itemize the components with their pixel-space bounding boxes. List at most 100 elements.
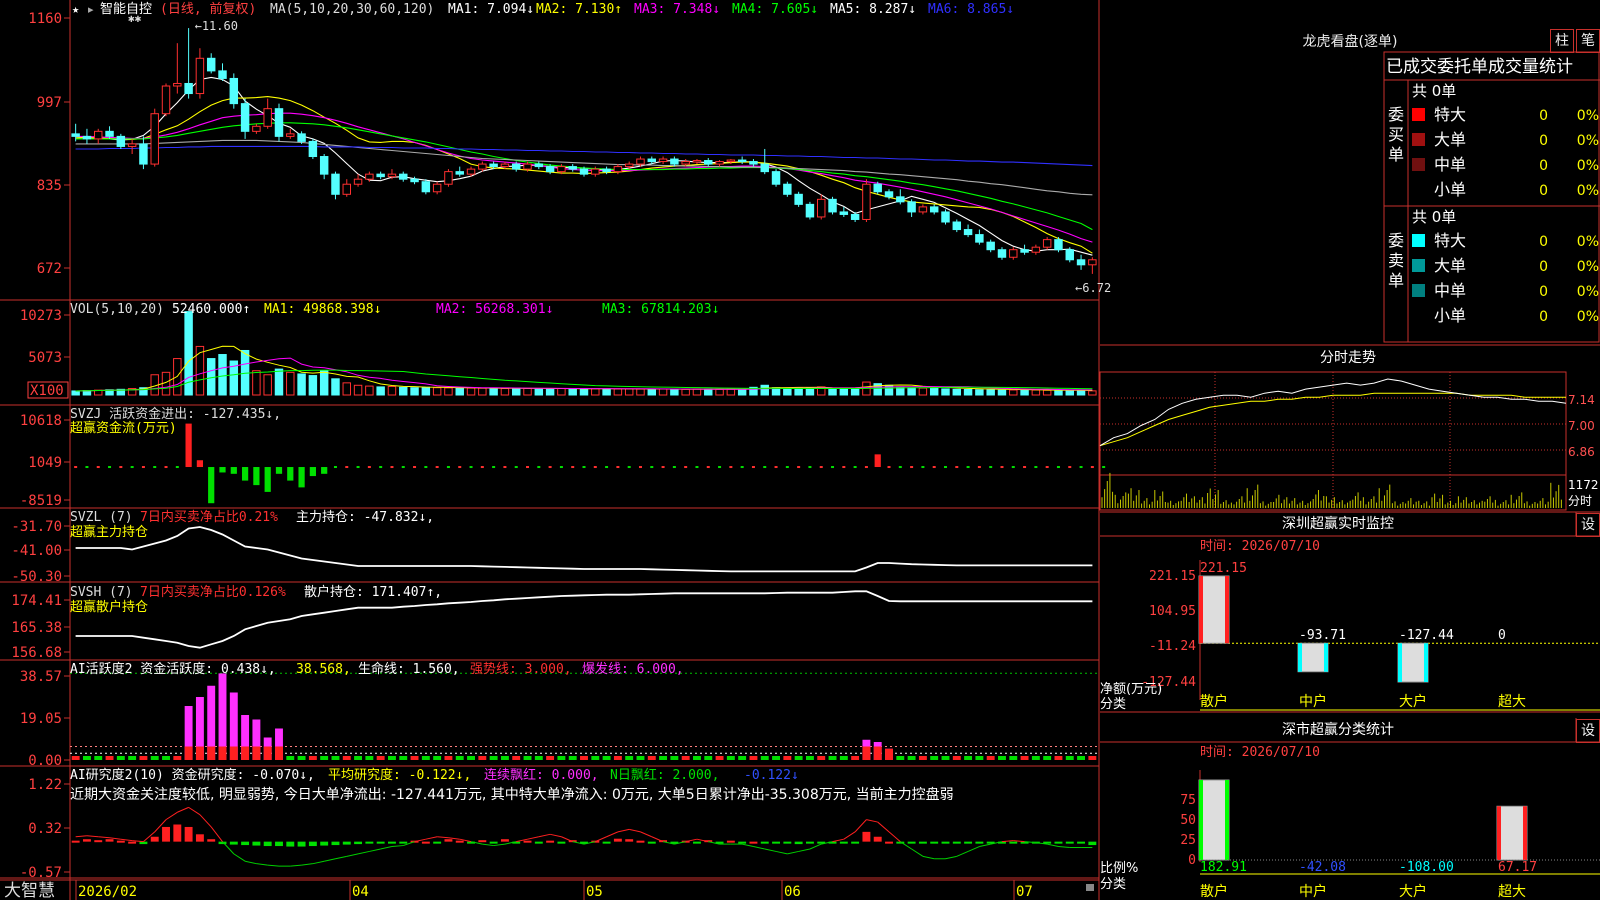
- research-bar: [557, 841, 566, 844]
- activity-small-bar: [94, 756, 103, 760]
- flow-dot: [684, 466, 688, 469]
- candle-body: [82, 135, 92, 140]
- research-line-segment: [391, 845, 404, 848]
- flow-dot: [898, 466, 902, 469]
- ma2-legend: MA2: 7.130↑: [536, 2, 622, 17]
- research-line-segment: [595, 836, 607, 843]
- activity-small-bar: [805, 756, 814, 760]
- research-bar: [918, 841, 927, 844]
- monitor-y-tick: 104.95: [1149, 604, 1196, 619]
- research-line-segment: [1058, 846, 1070, 849]
- research-bar: [150, 836, 159, 842]
- flow-dot: [661, 466, 665, 469]
- volume-bar: [376, 386, 385, 396]
- volume-bar: [466, 387, 476, 396]
- volume-bar: [1042, 389, 1052, 396]
- research-bar: [376, 841, 385, 844]
- activity-small-bar: [467, 756, 475, 760]
- activity-small-bar: [173, 756, 182, 760]
- volume-bar: [331, 378, 340, 396]
- svzj-legend: SVZJ 活跃资金进出: -127.435↓,: [70, 406, 281, 422]
- flow-bar: [275, 467, 283, 474]
- volume-bar: [602, 388, 611, 396]
- research-line-segment: [1001, 840, 1014, 843]
- candle-body: [568, 166, 577, 170]
- activity-small-bar: [952, 756, 961, 760]
- candle-body: [150, 113, 159, 165]
- sell-row-label: 中单: [1434, 281, 1466, 300]
- y-tick-label: 1049: [28, 455, 62, 471]
- flow-dot: [819, 466, 823, 469]
- svzl-ratio: 7日内买卖净占比0.21%: [140, 509, 278, 525]
- candle-body: [602, 168, 611, 173]
- tick-view-button[interactable]: 笔: [1576, 29, 1600, 53]
- y-tick-label: 10273: [20, 308, 62, 324]
- research-line-segment: [956, 850, 969, 857]
- flow-dot: [718, 466, 722, 469]
- activity-small-bar: [760, 756, 769, 760]
- research-bar: [455, 840, 464, 843]
- sell-row-value: 0: [1539, 309, 1548, 325]
- volume-bar: [963, 388, 973, 396]
- activity-small-bar: [331, 756, 340, 760]
- volume-bar: [218, 354, 227, 396]
- classify-bar: [1198, 779, 1230, 861]
- y-tick-label: 19.05: [20, 711, 62, 727]
- research-line-segment: [753, 846, 765, 850]
- candle-body: [1020, 249, 1029, 253]
- research-line-segment: [86, 835, 99, 838]
- sell-row-pct: 0%: [1577, 309, 1599, 325]
- research-bar: [930, 841, 939, 844]
- flow-dot: [537, 466, 541, 469]
- buy-total: 共 0单: [1412, 82, 1456, 100]
- y-tick-label: -0.57: [20, 865, 62, 881]
- flow-dot: [503, 466, 507, 469]
- flow-bar: [253, 467, 260, 486]
- candle-body: [545, 166, 555, 173]
- candle-body: [206, 57, 216, 72]
- x-tick-label: 05: [586, 884, 603, 900]
- sell-side-label: 委: [1388, 231, 1404, 250]
- activity-small-bar: [1043, 756, 1052, 760]
- intraday-unit: 分时: [1568, 494, 1592, 508]
- flow-dot: [548, 466, 552, 469]
- candle-body: [342, 183, 351, 195]
- classify-y-tick: 0: [1188, 853, 1196, 868]
- activity-small-bar: [625, 756, 634, 760]
- activity-small-bar: [772, 756, 780, 760]
- research-line-segment: [188, 806, 201, 816]
- research-bar: [184, 826, 193, 842]
- research-line-segment: [290, 864, 302, 867]
- research-bar: [207, 839, 216, 842]
- intraday-tick-label: 7.14: [1568, 393, 1595, 407]
- classify-settings-button[interactable]: 设: [1576, 719, 1600, 743]
- volume-bar: [613, 388, 623, 396]
- activity-small-bar: [433, 756, 442, 760]
- volume-bar: [828, 387, 837, 396]
- candle-body: [94, 130, 103, 140]
- classify-ylabel-2: 分类: [1100, 877, 1126, 892]
- monitor-settings-button[interactable]: 设: [1576, 513, 1600, 537]
- buy-row-label: 中单: [1434, 155, 1466, 174]
- bar-view-button[interactable]: 柱: [1550, 29, 1574, 53]
- candle-body: [681, 161, 690, 165]
- flow-bar: [309, 467, 316, 477]
- research-line-segment: [922, 855, 935, 860]
- research-line-segment: [550, 833, 562, 838]
- x-tick-label: 07: [1016, 884, 1033, 900]
- research-bar: [1077, 841, 1086, 844]
- sell-row-label: 特大: [1434, 231, 1466, 250]
- intraday-tick-label: 7.00: [1568, 419, 1595, 433]
- research-line-segment: [854, 819, 867, 833]
- activity-small-bar: [455, 756, 464, 760]
- candle-body: [658, 158, 668, 163]
- ma4-legend: MA4: 7.605↓: [732, 2, 818, 17]
- activity-small-bar: [399, 756, 408, 760]
- flow-dot: [751, 466, 755, 469]
- life-line-label: 生命线: 1.560,: [358, 661, 460, 677]
- volume-bar: [1065, 390, 1074, 396]
- sell-row-swatch: [1412, 234, 1425, 247]
- sell-row-label: 大单: [1434, 256, 1466, 275]
- candle-body: [387, 173, 397, 178]
- volume-bar: [195, 345, 205, 396]
